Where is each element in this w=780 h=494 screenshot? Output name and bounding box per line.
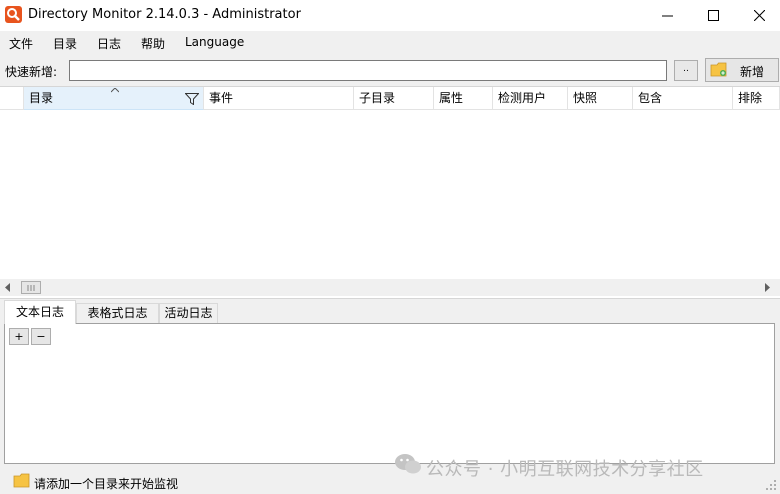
grip-icon (27, 285, 35, 291)
tab-table-log[interactable]: 表格式日志 (76, 303, 159, 323)
expand-button[interactable]: + (9, 328, 29, 345)
column-header-include[interactable]: 包含 (633, 87, 733, 110)
scrollbar-thumb[interactable] (21, 281, 41, 294)
app-logo-icon (5, 6, 22, 23)
status-message: 请添加一个目录来开始监视 (34, 477, 179, 491)
close-button[interactable] (736, 0, 780, 31)
add-button-label: 新增 (740, 65, 765, 79)
horizontal-scrollbar[interactable] (0, 279, 780, 296)
column-header-subdirectory[interactable]: 子目录 (354, 87, 434, 110)
resize-grip-icon[interactable] (766, 480, 777, 491)
column-label-exclude: 排除 (738, 91, 763, 105)
menu-file[interactable]: 文件 (9, 35, 33, 52)
folder-add-icon (710, 62, 727, 77)
text-log-panel[interactable] (4, 323, 775, 464)
scroll-left-icon[interactable] (5, 283, 11, 292)
column-header-detect-user[interactable]: 检测用户 (493, 87, 568, 110)
filter-icon[interactable] (185, 93, 199, 105)
column-header-attributes[interactable]: 属性 (434, 87, 493, 110)
directory-grid[interactable] (0, 86, 780, 299)
tab-text-log[interactable]: 文本日志 (4, 300, 76, 324)
column-label-snapshot: 快照 (573, 91, 598, 105)
collapse-button[interactable]: − (31, 328, 51, 345)
watermark-text: 公众号 · 小明互联网技术分享社区 (426, 459, 704, 480)
menu-language[interactable]: Language (185, 35, 244, 49)
maximize-icon (707, 10, 719, 21)
column-header-event[interactable]: 事件 (204, 87, 354, 110)
row-header-corner (0, 87, 24, 110)
browse-button[interactable]: .. (674, 60, 698, 81)
column-label-event: 事件 (209, 91, 234, 105)
folder-icon (13, 473, 30, 488)
quick-add-input[interactable] (69, 60, 667, 81)
minimize-icon (661, 15, 673, 17)
menu-help[interactable]: 帮助 (141, 35, 165, 52)
column-label-subdirectory: 子目录 (359, 91, 396, 105)
column-label-detect-user: 检测用户 (498, 91, 547, 105)
menu-directory[interactable]: 目录 (53, 35, 77, 52)
add-button[interactable]: 新增 (705, 58, 779, 82)
close-icon (753, 10, 765, 21)
column-header-exclude[interactable]: 排除 (733, 87, 780, 110)
tab-activity-log[interactable]: 活动日志 (159, 303, 218, 323)
menu-log[interactable]: 日志 (97, 35, 121, 52)
sort-ascending-icon (111, 88, 119, 93)
quick-add-label: 快速新增: (5, 65, 58, 79)
minimize-button[interactable] (644, 0, 690, 31)
column-label-attributes: 属性 (439, 91, 464, 105)
wechat-icon (395, 454, 421, 474)
window-title: Directory Monitor 2.14.0.3 - Administrat… (28, 7, 301, 22)
column-label-directory: 目录 (29, 91, 54, 105)
scroll-right-icon[interactable] (765, 283, 771, 292)
maximize-button[interactable] (690, 0, 736, 31)
column-label-include: 包含 (638, 91, 663, 105)
column-header-snapshot[interactable]: 快照 (568, 87, 633, 110)
